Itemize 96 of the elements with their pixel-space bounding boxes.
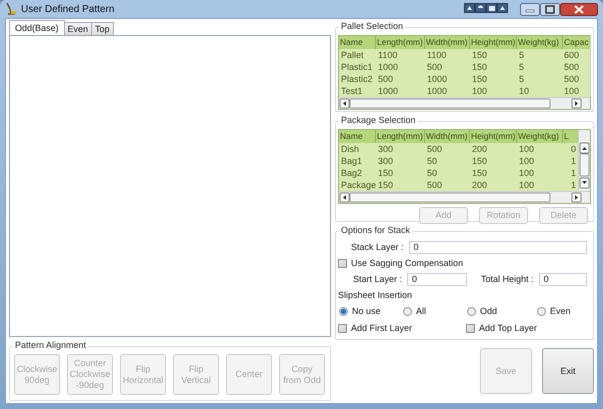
checkbox-label: Add First Layer bbox=[351, 323, 412, 333]
window-title: User Defined Pattern bbox=[21, 4, 114, 14]
column-header[interactable]: Height(mm) bbox=[470, 130, 517, 143]
column-header[interactable]: Weight(kg) bbox=[517, 130, 563, 143]
table-cell: 500 bbox=[563, 61, 590, 73]
maximize-icon[interactable] bbox=[540, 2, 560, 16]
table-cell: 100 bbox=[563, 85, 590, 97]
group-title: Pallet Selection bbox=[339, 20, 406, 32]
table-cell: 1000 bbox=[425, 85, 470, 97]
table-cell: 100 bbox=[517, 143, 563, 155]
radio-button[interactable] bbox=[403, 306, 412, 316]
section-label: Slipsheet Insertion bbox=[338, 290, 412, 300]
table-cell: 1100 bbox=[376, 49, 425, 61]
radio-label: Even bbox=[550, 306, 571, 316]
column-header[interactable]: Name bbox=[339, 36, 376, 49]
table-cell: 1100 bbox=[425, 49, 470, 61]
table-cell: Plastic2 bbox=[339, 73, 376, 85]
group-title: Pattern Alignment bbox=[13, 339, 88, 351]
table-cell: Package bbox=[339, 179, 376, 191]
column-header[interactable]: Capac bbox=[563, 36, 590, 49]
table-cell: 500 bbox=[376, 73, 425, 85]
checkbox-label: Add Top Layer bbox=[479, 323, 537, 333]
column-header[interactable]: Width(mm) bbox=[425, 130, 470, 143]
table-cell: 50 bbox=[425, 155, 470, 167]
field-label: Total Height : bbox=[481, 274, 534, 284]
radio-label: All bbox=[416, 306, 426, 316]
radio-label: Odd bbox=[480, 306, 498, 316]
table-cell: 5 bbox=[517, 61, 563, 73]
table-cell: Bag1 bbox=[339, 155, 376, 167]
table-cell: 200 bbox=[470, 143, 517, 155]
radio-button[interactable] bbox=[537, 306, 546, 316]
table-cell: 150 bbox=[470, 167, 517, 179]
table-cell: 1000 bbox=[376, 85, 425, 97]
group-title: Options for Stack bbox=[339, 224, 412, 236]
table-cell: Dish bbox=[339, 143, 376, 155]
checkbox-label: Use Sagging Compensation bbox=[351, 258, 464, 268]
table-cell: 500 bbox=[425, 179, 470, 191]
table-cell: 100 bbox=[470, 85, 517, 97]
table-cell: 50 bbox=[425, 167, 470, 179]
field-label: Start Layer : bbox=[353, 274, 402, 284]
table-cell: 0 bbox=[563, 143, 578, 155]
column-header[interactable]: Name bbox=[339, 130, 376, 143]
radio-label: No use bbox=[352, 306, 381, 316]
table-cell: 200 bbox=[470, 179, 517, 191]
table-cell: 500 bbox=[425, 143, 470, 155]
tab[interactable]: Odd(Base) bbox=[9, 20, 65, 35]
radio-button[interactable] bbox=[467, 306, 476, 316]
total-height-field[interactable]: 0 bbox=[538, 272, 587, 286]
table-cell: 1000 bbox=[425, 73, 470, 85]
column-header[interactable]: Length(mm) bbox=[376, 130, 425, 143]
app-icon bbox=[5, 2, 17, 16]
table-cell: 100 bbox=[517, 167, 563, 179]
table-cell: 500 bbox=[563, 73, 590, 85]
checkbox[interactable] bbox=[466, 324, 475, 332]
table-cell: 100 bbox=[517, 179, 563, 191]
column-header[interactable]: L bbox=[563, 130, 578, 143]
close-icon[interactable] bbox=[560, 2, 598, 16]
table-cell: 150 bbox=[470, 61, 517, 73]
column-header[interactable]: Width(mm) bbox=[425, 36, 470, 49]
stack-layer-field[interactable]: 0 bbox=[408, 240, 587, 254]
table-cell: 500 bbox=[425, 61, 470, 73]
column-header[interactable]: Length(mm) bbox=[376, 36, 425, 49]
table-cell: Pallet bbox=[339, 49, 376, 61]
horizontal-scrollbar[interactable] bbox=[339, 98, 583, 109]
table-cell: 150 bbox=[376, 167, 425, 179]
table-cell: 1 bbox=[563, 155, 578, 167]
start-layer-field[interactable]: 0 bbox=[407, 272, 468, 286]
table-cell: 10 bbox=[517, 85, 563, 97]
checkbox[interactable] bbox=[338, 258, 347, 268]
table-cell: 1000 bbox=[376, 61, 425, 73]
action-button[interactable]: Exit bbox=[542, 348, 594, 394]
field-label: Stack Layer : bbox=[351, 242, 404, 252]
tab[interactable]: Top bbox=[91, 22, 114, 35]
table-cell: Bag2 bbox=[339, 167, 376, 179]
table-cell: 150 bbox=[376, 179, 425, 191]
column-header[interactable]: Weight(kg) bbox=[517, 36, 563, 49]
table-cell: 150 bbox=[470, 49, 517, 61]
checkbox[interactable] bbox=[338, 324, 347, 332]
column-header[interactable]: Height(mm) bbox=[470, 36, 517, 49]
table-cell: 1 bbox=[563, 167, 578, 179]
table-cell: 150 bbox=[470, 73, 517, 85]
table-cell: 150 bbox=[470, 155, 517, 167]
toolbar-icons-drawing[interactable] bbox=[464, 3, 508, 13]
table-cell: Test1 bbox=[339, 85, 376, 97]
table-cell: 1 bbox=[563, 179, 578, 191]
table-cell: 5 bbox=[517, 73, 563, 85]
table-cell: 300 bbox=[376, 143, 425, 155]
table-cell: 300 bbox=[376, 155, 425, 167]
horizontal-scrollbar[interactable] bbox=[339, 192, 583, 203]
radio-button[interactable] bbox=[339, 306, 348, 316]
table-cell: 100 bbox=[517, 155, 563, 167]
group-title: Package Selection bbox=[339, 114, 418, 126]
table-cell: 5 bbox=[517, 49, 563, 61]
table-cell: Plastic1 bbox=[339, 61, 376, 73]
table-cell: 600 bbox=[563, 49, 590, 61]
minimize-icon[interactable] bbox=[520, 2, 540, 16]
